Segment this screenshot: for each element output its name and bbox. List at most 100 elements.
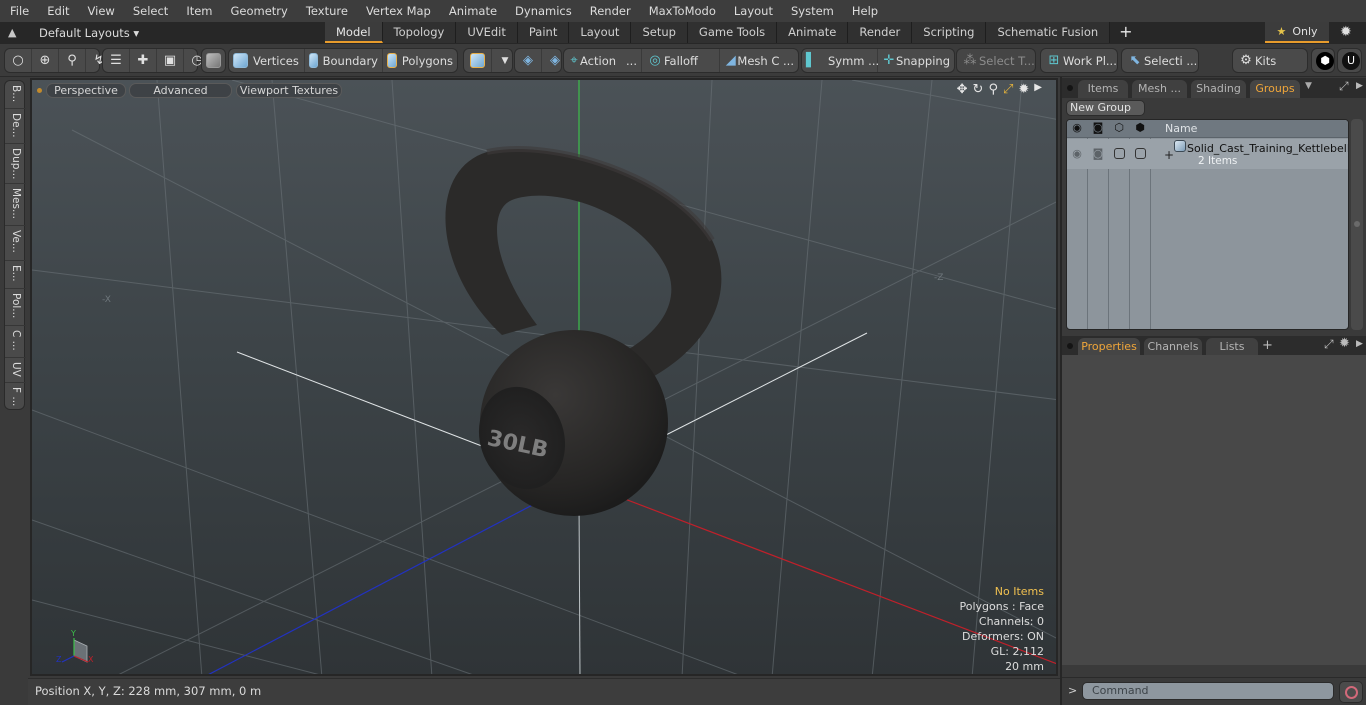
vertices-button[interactable]: Vertices [229, 49, 305, 72]
menu-texture[interactable]: Texture [296, 4, 356, 18]
tab-scripting[interactable]: Scripting [912, 22, 987, 43]
expand-arrow-icon[interactable]: ▶ [1034, 82, 1042, 97]
zoom-view-icon[interactable]: ⚲ [988, 82, 998, 97]
add-panel-tab-button[interactable]: + [1262, 338, 1273, 353]
material-mode-button[interactable] [464, 49, 492, 72]
name-column-header[interactable]: Name [1165, 122, 1197, 135]
vtab-vertex[interactable]: Ve... [5, 226, 26, 261]
move-view-icon[interactable]: ✥ [957, 82, 968, 97]
vtab-curve[interactable]: C ... [5, 326, 26, 358]
tab-topology[interactable]: Topology [382, 22, 457, 43]
globe-button[interactable]: ⊕ [32, 49, 59, 72]
boundary-button[interactable]: Boundary [305, 49, 383, 72]
tab-setup[interactable]: Setup [631, 22, 688, 43]
menu-vertex-map[interactable]: Vertex Map [356, 4, 439, 18]
tab-model[interactable]: Model [325, 22, 383, 43]
command-input[interactable]: Command [1082, 682, 1334, 700]
menu-view[interactable]: View [78, 4, 123, 18]
group-row[interactable]: ◉ ◙ + Solid_Cast_Training_Kettlebell... … [1067, 139, 1348, 169]
tab-paint[interactable]: Paint [517, 22, 570, 43]
menu-item[interactable]: Item [176, 4, 220, 18]
gear-icon[interactable]: ✹ [1340, 24, 1352, 40]
selection-sets-button[interactable]: ⬉ Selecti ... [1122, 49, 1201, 72]
menu-geometry[interactable]: Geometry [221, 4, 296, 18]
default-layouts-dropdown[interactable]: Default Layouts ▾ [39, 26, 139, 40]
only-toggle[interactable]: ★ Only [1265, 22, 1329, 43]
panel-menu-dot[interactable] [1067, 85, 1073, 91]
rotate-view-icon[interactable]: ↻ [973, 82, 984, 97]
vtab-uv[interactable]: UV [5, 358, 26, 383]
menu-layout[interactable]: Layout [724, 4, 781, 18]
properties-gear-icon[interactable]: ✹ [1339, 336, 1350, 351]
row-eye-icon[interactable]: ◉ [1067, 147, 1087, 160]
viewport-settings-icon[interactable]: ✹ [1018, 82, 1029, 97]
tab-properties[interactable]: Properties [1078, 338, 1140, 356]
vtab-basic[interactable]: B... [5, 81, 26, 109]
row-select-checkbox[interactable] [1135, 148, 1146, 159]
falloff-button[interactable]: ◎ Falloff [642, 49, 720, 72]
lock-cube-icon[interactable]: ⬡ [1109, 121, 1129, 134]
record-macro-button[interactable] [1339, 681, 1363, 703]
menu-animate[interactable]: Animate [439, 4, 505, 18]
maximize-view-icon[interactable]: ⤢ [1003, 82, 1013, 97]
viewport-textures-button[interactable]: Viewport Textures [236, 83, 342, 98]
menu-dynamics[interactable]: Dynamics [505, 4, 580, 18]
tab-render[interactable]: Render [848, 22, 913, 43]
select-cube-icon[interactable]: ⬢ [1130, 121, 1150, 134]
row-camera-icon[interactable]: ◙ [1088, 147, 1108, 160]
circle-select-button[interactable]: ○ [5, 49, 32, 72]
menu-edit[interactable]: Edit [37, 4, 77, 18]
expand-group-icon[interactable]: + [1164, 148, 1174, 162]
mesh-constraint-button[interactable]: ◢ Mesh C ... [720, 49, 798, 72]
row-lock-checkbox[interactable] [1114, 148, 1125, 159]
polygons-button[interactable]: Polygons [383, 49, 457, 72]
properties-menu-dot[interactable] [1067, 343, 1073, 349]
panel-expand-icon[interactable]: ⤢ [1339, 79, 1349, 94]
menu-render[interactable]: Render [580, 4, 639, 18]
menu-file[interactable]: File [0, 4, 37, 18]
menu-select[interactable]: Select [123, 4, 176, 18]
uv-cross-button[interactable]: ✚ [130, 49, 157, 72]
modo-cube-button[interactable]: ⬢ [1312, 49, 1338, 72]
item-mode-button[interactable] [202, 49, 225, 72]
perspective-button[interactable]: Perspective [46, 83, 126, 98]
vtab-edge[interactable]: E... [5, 261, 26, 289]
properties-expand-icon[interactable]: ⤢ [1324, 337, 1334, 352]
vtab-fusion[interactable]: F ... [5, 383, 26, 411]
vtab-deform[interactable]: De... [5, 109, 26, 144]
tab-game-tools[interactable]: Game Tools [687, 22, 778, 43]
tab-schematic-fusion[interactable]: Schematic Fusion [986, 22, 1111, 43]
3d-viewport[interactable]: -X -Z 30LB Y X Z Perspective Advanced Vi… [30, 78, 1058, 676]
menu-help[interactable]: Help [842, 4, 886, 18]
frame-button[interactable]: ▣ [157, 49, 184, 72]
tabs-dropdown-icon[interactable]: ▼ [1305, 81, 1312, 91]
tab-channels[interactable]: Channels [1144, 338, 1202, 356]
vtab-duplicate[interactable]: Dup... [5, 144, 26, 184]
properties-arrow-icon[interactable]: ▶ [1356, 339, 1363, 349]
eye-icon[interactable]: ◉ [1067, 121, 1087, 134]
tab-mesh[interactable]: Mesh ... [1132, 80, 1187, 98]
pen-button[interactable]: ⚲ [59, 49, 86, 72]
tab-uvedit[interactable]: UVEdit [456, 22, 518, 43]
tab-shading[interactable]: Shading [1191, 80, 1246, 98]
transform-a-button[interactable]: ◈ [515, 49, 542, 72]
snapping-button[interactable]: ✛ Snapping [878, 49, 954, 72]
collapse-up-icon[interactable]: ▲ [8, 26, 16, 39]
viewport-options-dot[interactable] [37, 88, 42, 93]
tab-lists[interactable]: Lists [1206, 338, 1258, 356]
action-button[interactable]: ⌖ Action... [564, 49, 642, 72]
work-plane-button[interactable]: ⊞ Work Pl... [1041, 49, 1121, 72]
outliner-scrollbar[interactable] [1351, 119, 1363, 330]
tab-animate[interactable]: Animate [777, 22, 849, 43]
panel-arrow-icon[interactable]: ▶ [1356, 81, 1363, 91]
scroll-handle[interactable] [1354, 221, 1360, 227]
tab-items[interactable]: Items [1078, 80, 1128, 98]
unreal-button[interactable]: U [1338, 49, 1364, 72]
kits-button[interactable]: ⚙ Kits [1233, 49, 1280, 72]
vtab-mesh-edit[interactable]: Mes... [5, 184, 26, 226]
advanced-button[interactable]: Advanced [129, 83, 232, 98]
tab-layout[interactable]: Layout [569, 22, 632, 43]
align-button[interactable]: ☰ [103, 49, 130, 72]
add-tab-button[interactable]: + [1110, 22, 1141, 44]
new-group-button[interactable]: New Group [1066, 100, 1145, 116]
